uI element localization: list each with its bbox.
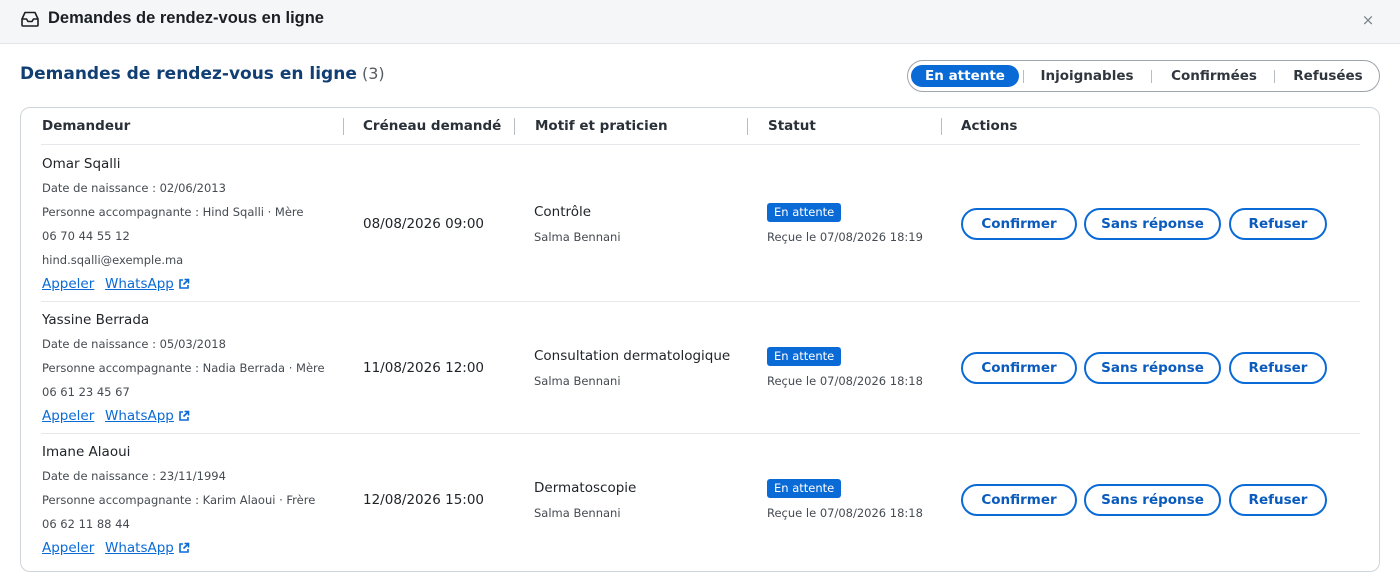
practitioner-name: Salma Bennani [534, 374, 621, 388]
requested-slot: 12/08/2026 15:00 [363, 492, 485, 508]
refuse-button[interactable]: Refuser [1229, 484, 1327, 516]
received-date: Reçue le 07/08/2026 18:19 [767, 230, 923, 244]
companion: Personne accompagnante : Nadia Berrada ·… [42, 361, 325, 375]
column-header-creneau: Créneau demandé [363, 118, 502, 134]
filter-refusees[interactable]: Refusées [1282, 65, 1374, 87]
received-date: Reçue le 07/08/2026 18:18 [767, 506, 923, 520]
row-divider [41, 433, 1360, 434]
requester-name: Yassine Berrada [42, 312, 150, 328]
practitioner-name: Salma Bennani [534, 230, 621, 244]
requester-name: Imane Alaoui [42, 444, 131, 460]
status-filter-group: En attente Injoignables Confirmées Refus… [907, 60, 1380, 92]
no-answer-button[interactable]: Sans réponse [1084, 484, 1221, 516]
inbox-icon [21, 11, 39, 27]
close-icon[interactable]: × [1360, 12, 1376, 28]
page-heading: Demandes de rendez-vous en ligne (3) [20, 64, 385, 84]
call-link[interactable]: Appeler [42, 408, 94, 424]
practitioner-name: Salma Bennani [534, 506, 621, 520]
refuse-button[interactable]: Refuser [1229, 352, 1327, 384]
filter-en-attente[interactable]: En attente [911, 65, 1019, 87]
filter-confirmees[interactable]: Confirmées [1158, 65, 1270, 87]
status-badge: En attente [767, 479, 842, 498]
confirm-button[interactable]: Confirmer [961, 484, 1077, 516]
window-titlebar: Demandes de rendez-vous en ligne × [0, 0, 1400, 44]
external-link-icon[interactable] [178, 542, 190, 554]
requested-slot: 08/08/2026 09:00 [363, 216, 485, 232]
birth-date: Date de naissance : 23/11/1994 [42, 469, 226, 483]
filter-divider [1151, 70, 1152, 83]
no-answer-button[interactable]: Sans réponse [1084, 352, 1221, 384]
column-header-demandeur: Demandeur [42, 118, 131, 134]
filter-injoignables[interactable]: Injoignables [1029, 65, 1145, 87]
status-badge: En attente [767, 347, 842, 366]
filter-divider [1274, 70, 1275, 83]
column-divider [343, 118, 344, 135]
window-title: Demandes de rendez-vous en ligne [48, 9, 324, 27]
page-title: Demandes de rendez-vous en ligne [20, 64, 357, 84]
column-header-statut: Statut [768, 118, 816, 134]
refuse-button[interactable]: Refuser [1229, 208, 1327, 240]
whatsapp-link[interactable]: WhatsApp [105, 276, 174, 292]
phone-number: 06 61 23 45 67 [42, 385, 130, 399]
requests-table: Demandeur Créneau demandé Motif et prati… [20, 107, 1380, 572]
column-divider [514, 118, 515, 135]
visit-reason: Contrôle [534, 204, 592, 220]
column-divider [747, 118, 748, 135]
request-count: (3) [361, 64, 385, 83]
call-link[interactable]: Appeler [42, 540, 94, 556]
phone-number: 06 62 11 88 44 [42, 517, 130, 531]
status-badge: En attente [767, 203, 842, 222]
call-link[interactable]: Appeler [42, 276, 94, 292]
external-link-icon[interactable] [178, 410, 190, 422]
requested-slot: 11/08/2026 12:00 [363, 360, 485, 376]
whatsapp-link[interactable]: WhatsApp [105, 408, 174, 424]
phone-number: 06 70 44 55 12 [42, 229, 130, 243]
requester-name: Omar Sqalli [42, 156, 121, 172]
visit-reason: Dermatoscopie [534, 480, 637, 496]
confirm-button[interactable]: Confirmer [961, 352, 1077, 384]
email-address: hind.sqalli@exemple.ma [42, 253, 184, 267]
no-answer-button[interactable]: Sans réponse [1084, 208, 1221, 240]
header-divider [41, 144, 1360, 145]
column-header-motif: Motif et praticien [535, 118, 668, 134]
visit-reason: Consultation dermatologique [534, 348, 731, 364]
filter-divider [1023, 70, 1024, 83]
received-date: Reçue le 07/08/2026 18:18 [767, 374, 923, 388]
external-link-icon[interactable] [178, 278, 190, 290]
birth-date: Date de naissance : 05/03/2018 [42, 337, 226, 351]
birth-date: Date de naissance : 02/06/2013 [42, 181, 226, 195]
column-header-actions: Actions [961, 118, 1018, 134]
whatsapp-link[interactable]: WhatsApp [105, 540, 174, 556]
row-divider [41, 301, 1360, 302]
companion: Personne accompagnante : Hind Sqalli · M… [42, 205, 304, 219]
column-divider [941, 118, 942, 135]
companion: Personne accompagnante : Karim Alaoui · … [42, 493, 316, 507]
confirm-button[interactable]: Confirmer [961, 208, 1077, 240]
